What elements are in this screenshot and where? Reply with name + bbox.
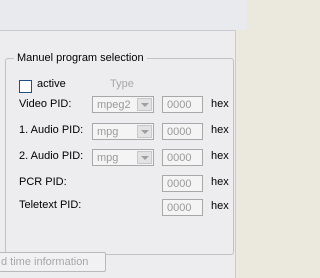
audio2-pid-unit: hex xyxy=(211,150,229,162)
teletext-pid-value: 0000 xyxy=(167,202,192,214)
chevron-down-icon[interactable] xyxy=(137,151,152,164)
audio2-type-combo[interactable]: mpg xyxy=(92,149,154,166)
teletext-pid-field[interactable]: 0000 xyxy=(162,199,203,216)
pcr-pid-field[interactable]: 0000 xyxy=(162,175,203,192)
teletext-pid-label: Teletext PID: xyxy=(19,199,82,211)
pcr-pid-value: 0000 xyxy=(167,178,192,190)
video-pid-unit: hex xyxy=(211,98,229,110)
audio1-pid-value: 0000 xyxy=(167,126,192,138)
audio1-pid-label: 1. Audio PID: xyxy=(19,124,84,136)
realtime-information-button[interactable]: d time information xyxy=(0,252,106,272)
pcr-pid-unit: hex xyxy=(211,176,229,188)
type-label: Type xyxy=(110,78,134,90)
chevron-down-icon[interactable] xyxy=(137,125,152,138)
audio1-pid-field[interactable]: 0000 xyxy=(162,123,203,140)
video-pid-value: 0000 xyxy=(167,99,192,111)
active-checkbox[interactable] xyxy=(19,80,32,93)
realtime-information-label: d time information xyxy=(1,256,89,268)
audio2-pid-label: 2. Audio PID: xyxy=(19,150,84,162)
audio1-type-combo[interactable]: mpg xyxy=(92,123,154,140)
teletext-pid-unit: hex xyxy=(211,200,229,212)
group-title: Manuel program selection xyxy=(14,52,147,64)
chevron-down-icon[interactable] xyxy=(137,98,152,111)
active-label: active xyxy=(37,78,66,90)
video-type-combo[interactable]: mpeg2 xyxy=(92,96,154,113)
audio2-type-value: mpg xyxy=(97,152,119,164)
pcr-pid-label: PCR PID: xyxy=(19,176,67,188)
audio2-pid-value: 0000 xyxy=(167,152,192,164)
audio1-type-value: mpg xyxy=(97,126,119,138)
video-type-value: mpeg2 xyxy=(97,99,131,111)
audio1-pid-unit: hex xyxy=(211,124,229,136)
video-pid-label: Video PID: xyxy=(19,98,72,110)
video-pid-field[interactable]: 0000 xyxy=(162,96,203,113)
audio2-pid-field[interactable]: 0000 xyxy=(162,149,203,166)
window-top-strip xyxy=(0,0,247,30)
